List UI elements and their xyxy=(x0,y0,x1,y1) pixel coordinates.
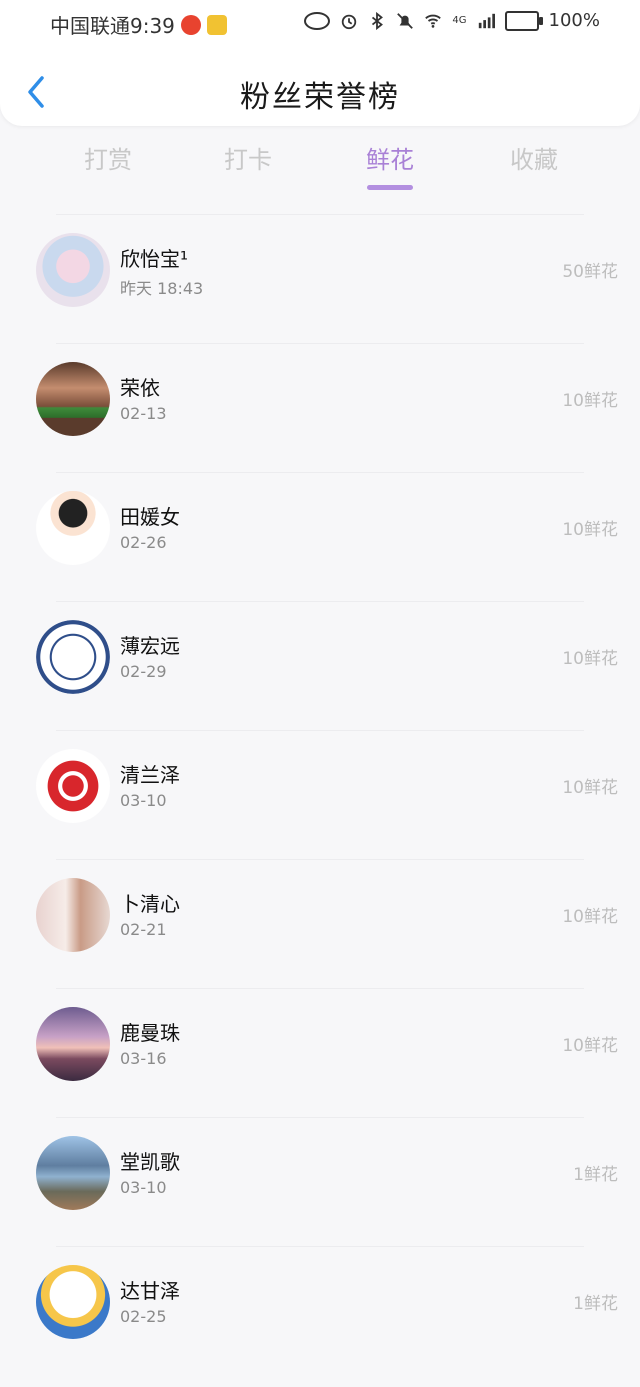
hello-kitty-avatar xyxy=(36,1265,110,1339)
list-item[interactable]: 达甘泽 02-25 1鲜花 xyxy=(36,1246,618,1375)
page-title: 粉丝荣誉榜 xyxy=(240,80,400,115)
user-name: 田媛女 xyxy=(120,505,180,529)
list-item[interactable]: 荣依 02-13 10鲜花 xyxy=(36,343,618,472)
user-name: 鹿曼珠 xyxy=(120,1021,180,1045)
status-right: 4G 100% xyxy=(304,10,600,31)
list-item[interactable]: 薄宏远 02-29 10鲜花 xyxy=(36,601,618,730)
user-name: 欣怡宝¹ xyxy=(120,247,189,271)
gift-time: 03-10 xyxy=(120,1178,167,1197)
tab-flowers[interactable]: 鲜花 xyxy=(330,140,450,190)
list-item[interactable]: 田媛女 02-26 10鲜花 xyxy=(36,472,618,601)
flower-count: 1鲜花 xyxy=(573,1165,618,1185)
tab-label: 收藏 xyxy=(510,146,558,174)
notification-avatar-icon xyxy=(206,14,227,35)
list-item[interactable]: 欣怡宝¹ 昨天 18:43 50鲜花 xyxy=(36,214,618,343)
gift-time: 03-10 xyxy=(120,791,167,810)
user-name: 达甘泽 xyxy=(120,1279,180,1303)
gift-time: 03-16 xyxy=(120,1049,167,1068)
tab-bar: 打赏 打卡 鲜花 收藏 xyxy=(0,140,640,194)
eye-icon xyxy=(304,11,331,30)
list-item[interactable]: 清兰泽 03-10 10鲜花 xyxy=(36,730,618,859)
status-left: 中国联通9:39 xyxy=(50,10,227,39)
tab-reward[interactable]: 打赏 xyxy=(48,140,168,175)
tab-checkin[interactable]: 打卡 xyxy=(188,140,308,175)
gift-time: 02-21 xyxy=(120,920,167,939)
flower-count: 10鲜花 xyxy=(562,1036,618,1056)
user-name: 薄宏远 xyxy=(120,634,180,658)
girl-photo-avatar xyxy=(36,878,110,952)
list-item[interactable]: 堂凯歌 03-10 1鲜花 xyxy=(36,1117,618,1246)
tab-underline xyxy=(367,185,413,190)
flower-count: 1鲜花 xyxy=(573,1294,618,1314)
sunset-avatar xyxy=(36,1007,110,1081)
flower-count: 10鲜花 xyxy=(562,520,618,540)
gift-time: 02-13 xyxy=(120,404,167,423)
papercut-avatar xyxy=(36,749,110,823)
battery-icon xyxy=(504,10,543,31)
carrier-time: 中国联通9:39 xyxy=(50,14,175,38)
alarm-icon xyxy=(342,14,357,29)
emblem-avatar xyxy=(36,620,110,694)
flower-count: 10鲜花 xyxy=(562,391,618,411)
user-name: 堂凯歌 xyxy=(120,1150,180,1174)
signal-icon xyxy=(478,13,495,28)
status-bar: 中国联通9:39 4G 100% xyxy=(0,0,640,44)
network-type: 4G xyxy=(452,15,467,26)
mute-bell-icon xyxy=(397,12,414,29)
anime-girl-avatar xyxy=(36,233,110,307)
gift-time: 02-29 xyxy=(120,662,167,681)
gift-time: 昨天 18:43 xyxy=(120,279,204,298)
tab-favorites[interactable]: 收藏 xyxy=(474,140,594,175)
list-item[interactable]: 卜清心 02-21 10鲜花 xyxy=(36,859,618,988)
tab-label: 打卡 xyxy=(224,146,272,174)
battery-percent: 100% xyxy=(548,10,600,31)
flower-count: 50鲜花 xyxy=(562,262,618,282)
user-name: 卜清心 xyxy=(120,892,180,916)
flower-count: 10鲜花 xyxy=(562,907,618,927)
lake-avatar xyxy=(36,1136,110,1210)
gift-time: 02-26 xyxy=(120,533,167,552)
flower-count: 10鲜花 xyxy=(562,778,618,798)
bluetooth-icon xyxy=(372,11,384,30)
weibo-icon xyxy=(180,14,201,35)
user-name: 清兰泽 xyxy=(120,763,180,787)
flower-count: 10鲜花 xyxy=(562,649,618,669)
user-name: 荣依 xyxy=(120,376,160,400)
woman-photo-avatar xyxy=(36,362,110,436)
tab-label: 打赏 xyxy=(84,146,132,174)
cartoon-doll-avatar xyxy=(36,491,110,565)
wifi-icon xyxy=(425,14,442,28)
tab-label: 鲜花 xyxy=(366,146,414,174)
gift-time: 02-25 xyxy=(120,1307,167,1326)
header-bar: 中国联通9:39 4G 100% 粉丝荣誉榜 xyxy=(0,0,640,126)
ranking-list: 欣怡宝¹ 昨天 18:43 50鲜花 荣依 02-13 10鲜花 田媛女 02-… xyxy=(0,214,640,1375)
list-item[interactable]: 鹿曼珠 03-16 10鲜花 xyxy=(36,988,618,1117)
